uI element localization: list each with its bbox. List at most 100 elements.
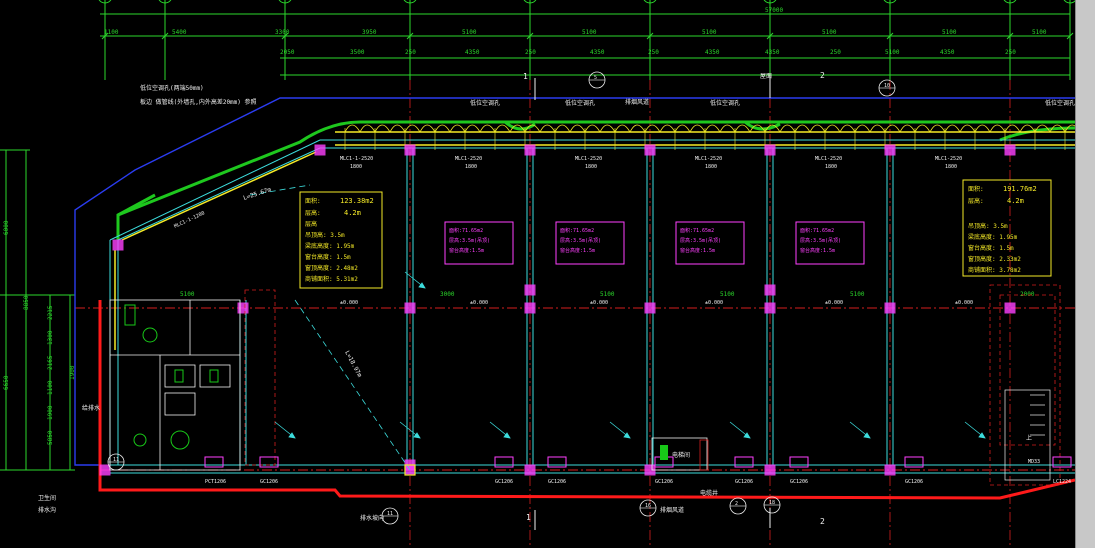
second-dim-text: 250 (648, 49, 659, 56)
window-arc (839, 124, 856, 133)
section-mark-2-top: 2 (820, 71, 825, 80)
column-node (644, 302, 656, 314)
top-axis-circles (98, 0, 1075, 4)
note-vent-4: 低位空调孔 (1045, 99, 1075, 107)
left-dim-text: 1300 (47, 330, 54, 345)
circle-tag-text: 18 (769, 500, 775, 506)
column-node (884, 144, 896, 156)
note-vent-3: 低位空调孔 (710, 99, 740, 107)
section-mark-1-top: 1 (523, 72, 528, 81)
window-arc (599, 124, 616, 133)
note-slope: 排水沟 (38, 506, 56, 514)
section-mark-2-bottom: 2 (820, 517, 825, 526)
window-width-label: 1800 (350, 164, 362, 170)
third-dim-text: 2000 (1020, 291, 1035, 298)
window-arc (644, 124, 661, 133)
third-dim-text: 3000 (440, 291, 455, 298)
room1-height-label: 层高: (305, 209, 321, 217)
window-arc (734, 124, 751, 133)
column-node (524, 464, 536, 476)
window-arc (464, 124, 481, 133)
magenta-box-line: 层高:3.5m(吊顶) (560, 237, 601, 244)
window-arc (689, 124, 706, 133)
circle-tag-text: 10 (884, 83, 890, 89)
cad-viewport[interactable]: 1100 5400 3300 3950 5100 5100 5100 5100 5100 5100… (0, 0, 1095, 548)
second-dim-text: 250 (830, 49, 841, 56)
window-arc (794, 124, 811, 133)
third-dim-text: 5100 (720, 291, 735, 298)
window-label: MLC1-2520 (575, 156, 602, 162)
window-arc (479, 124, 496, 133)
elevation-tag: ±0.000 (955, 300, 973, 306)
magenta-box-line: 窗台高度:1.5m (449, 247, 484, 254)
second-dim-text: 250 (1005, 49, 1016, 56)
column-node (237, 302, 249, 314)
column-node (99, 464, 111, 476)
window-width-label: 1800 (585, 164, 597, 170)
second-dim-text: 5100 (885, 49, 900, 56)
room2-line: 梁底高度: 1.95m (968, 233, 1018, 241)
lower-window-label: LC1224 (1053, 479, 1071, 485)
circle-tag-text: 5 (594, 75, 597, 81)
column-node (1004, 302, 1016, 314)
window-width-label: 1800 (945, 164, 957, 170)
second-dim-text: 4350 (765, 49, 780, 56)
right-scrollbar-panel[interactable] (1075, 0, 1095, 548)
third-dim-text: 5100 (850, 291, 865, 298)
window-arc (419, 124, 436, 133)
left-dim-text: 1900 (47, 405, 54, 420)
room1-area: 123.38m2 (340, 197, 374, 205)
window-arc (824, 124, 841, 133)
room2-area: 191.76m2 (1003, 185, 1037, 193)
room1-info: 面积: 123.38m2 层高: 4.2m 层高 吊顶高: 3.5m 梁底高度: … (299, 191, 383, 289)
left-dim-text: 5850 (47, 430, 54, 445)
room1-c-label: 层高 (305, 220, 317, 228)
cad-drawing-canvas[interactable]: 1100 5400 3300 3950 5100 5100 5100 5100 5100 5100… (0, 0, 1075, 548)
column-node (112, 239, 124, 251)
window-arc (614, 124, 631, 133)
room2-info: 面积: 191.76m2 层高: 4.2m 吊顶高: 3.5m 梁底高度: 1.9… (962, 179, 1052, 277)
column-node (524, 284, 536, 296)
room2-line: 商铺面积: 3.78m2 (968, 266, 1021, 274)
slope-arrows (274, 271, 986, 439)
room1-height: 4.2m (344, 209, 361, 217)
column-node (1004, 144, 1016, 156)
window-labels: MLC1-1-2520 MLC1-2520 MLC1-2520 MLC1-2520 ML… (340, 156, 962, 162)
building-outline (74, 97, 1075, 466)
note-slab: 板边 做管线(外墙孔,内外高差20mm) 参照 (140, 98, 257, 106)
magenta-box-line: 面积:71.65m2 (800, 227, 834, 234)
window-arc (779, 124, 796, 133)
note-roof-drain: 排水坡向 (360, 514, 384, 522)
window-width-label: 1800 (825, 164, 837, 170)
room1-line: 商铺面积: 5.31m2 (305, 275, 358, 283)
window-arc (959, 124, 976, 133)
window-arc (944, 124, 961, 133)
window-arc (344, 124, 361, 133)
window-arc (719, 124, 736, 133)
window-arc (449, 124, 466, 133)
window-arc (1004, 124, 1021, 133)
left-dim-text: 6650 (3, 375, 10, 390)
top-dim-texts: 1100 5400 3300 3950 5100 5100 5100 5100 5100 5100… (104, 7, 1047, 298)
note-water: 给排水 (82, 404, 100, 412)
window-arc (899, 124, 916, 133)
window-arc (569, 124, 586, 133)
magenta-box-line: 层高:3.5m(吊顶) (449, 237, 490, 244)
magenta-box-line: 窗台高度:1.5m (800, 247, 835, 254)
magenta-box-line: 层高:3.5m(吊顶) (800, 237, 841, 244)
window-label: MLC1-2520 (935, 156, 962, 162)
diag-window-label: MLC1-1-1200 (173, 210, 206, 229)
window-arcs (344, 124, 1075, 150)
elevation-tags: ±0.000 ±0.000 ±0.000 ±0.000 ±0.000 ±0.000 (340, 300, 973, 306)
room2-line: 吊顶高: 3.5m (968, 222, 1008, 230)
room2-height-label: 层高: (968, 197, 984, 205)
lower-window-label: GC1206 (655, 479, 673, 485)
note-vent-2: 低位空调孔 (565, 99, 595, 107)
window-arc (554, 124, 571, 133)
room1-line: 窗台高度: 1.5m (305, 253, 351, 261)
column-node (884, 464, 896, 476)
circle-tag-text: 2 (735, 501, 738, 507)
window-arc (659, 124, 676, 133)
window-label: MLC1-2520 (695, 156, 722, 162)
lower-window-label: GC1206 (735, 479, 753, 485)
